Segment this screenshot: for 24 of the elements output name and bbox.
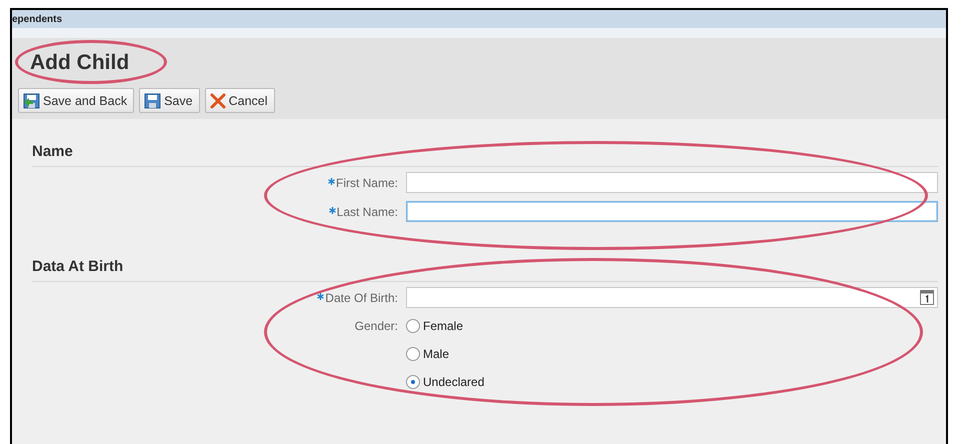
save-and-back-button[interactable]: Save and Back <box>18 88 134 113</box>
radio-button[interactable] <box>406 347 420 361</box>
text-field[interactable] <box>406 172 938 193</box>
text-field[interactable] <box>406 201 938 222</box>
save-button[interactable]: Save <box>139 88 200 113</box>
section-title: Name <box>32 143 73 160</box>
date-field[interactable] <box>406 287 938 308</box>
radio-label: Undeclared <box>423 375 484 389</box>
page-title: Add Child <box>30 51 130 75</box>
cancel-button[interactable]: Cancel <box>204 88 275 113</box>
field-label: Last Name: <box>328 204 398 218</box>
radio-label: Female <box>423 319 464 333</box>
radio-label: Male <box>423 347 450 361</box>
field-label: First Name: <box>328 176 398 190</box>
field-label: Gender: <box>354 318 398 335</box>
radio-button[interactable] <box>406 319 420 333</box>
radio-button[interactable] <box>406 375 420 389</box>
calendar-icon[interactable] <box>919 289 935 306</box>
section-title: Data At Birth <box>32 258 124 275</box>
window-title: ependents <box>12 14 62 24</box>
cancel-icon <box>210 92 226 108</box>
save-icon <box>144 92 162 108</box>
save-back-icon <box>23 92 40 108</box>
field-label: Date Of Birth: <box>317 290 398 304</box>
